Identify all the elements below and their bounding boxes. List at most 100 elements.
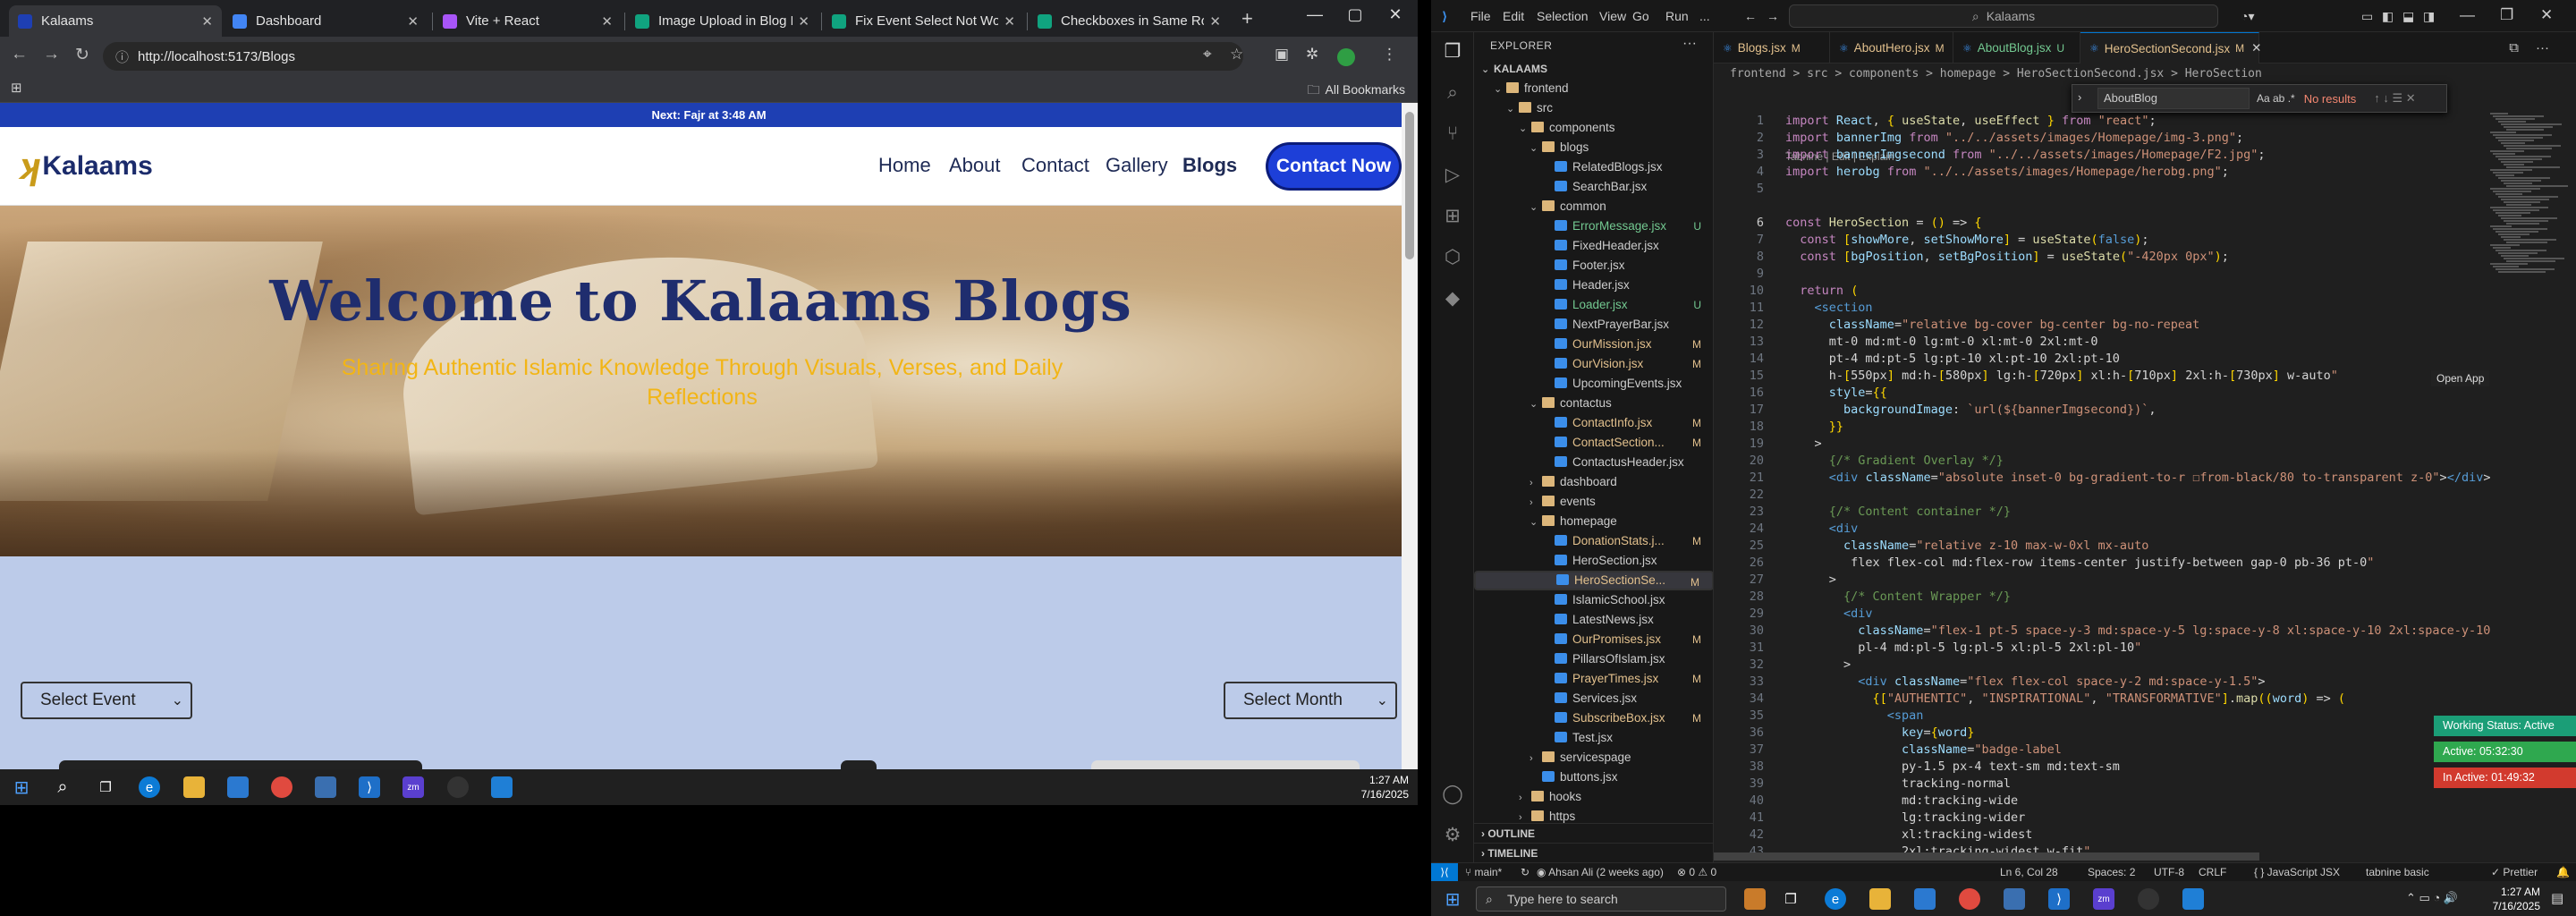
editor-tab[interactable]: ⚛ AboutBlog.jsx U [1953,32,2080,64]
search-icon[interactable]: ⌕ [1442,82,1463,104]
branch-indicator[interactable]: ⑂ main* [1465,863,1502,881]
tree-folder[interactable]: ⌄ src [1474,98,1713,118]
horizontal-scrollbar[interactable] [1714,850,2576,862]
tree-file[interactable]: SearchBar.jsx [1474,177,1713,197]
git-blame[interactable]: ◉ Ahsan Ali (2 weeks ago) [1537,863,1664,881]
close-tab-icon[interactable]: ✕ [407,13,419,30]
close-tab-icon[interactable]: ✕ [1209,13,1221,30]
tabnine-status[interactable]: tabnine basic [2366,863,2429,881]
back-nav-icon[interactable]: ← [1744,9,1757,23]
tree-file[interactable]: Header.jsx [1474,276,1713,295]
tree-file[interactable]: DonationStats.j... M [1474,531,1713,551]
vscode-insiders-icon[interactable] [315,776,336,798]
task-view-icon[interactable]: ❐ [1780,888,1801,910]
tree-file[interactable]: HeroSectionSe... M [1474,571,1713,590]
forward-nav-icon[interactable]: → [1767,9,1779,23]
code-line[interactable]: 3 import bannerImgsecond from "../../asse… [1714,147,2576,164]
tree-file[interactable]: ContactSection... M [1474,433,1713,453]
nav-blogs[interactable]: Blogs [1182,154,1237,177]
code-line[interactable]: 21 <div className="absolute inset-0 bg-g… [1714,470,2576,487]
apps-grid-icon[interactable]: ⊞ [11,80,22,96]
menu-view[interactable]: View [1599,9,1626,23]
tree-folder[interactable]: ⌄ common [1474,197,1713,216]
maximize-button[interactable]: ▢ [1337,5,1373,24]
breadcrumb[interactable]: frontend > src > components > homepage >… [1730,64,2262,84]
extensions-icon[interactable]: ⊞ [1442,206,1463,227]
find-prev-next-icons[interactable]: ↑ ↓ ☰ ✕ [2374,91,2415,106]
reload-button[interactable]: ↻ [75,45,89,65]
explorer-icon[interactable]: ❐ [1442,41,1463,63]
tree-file[interactable]: ContactInfo.jsx M [1474,413,1713,433]
select-event-dropdown[interactable]: Select Event ⌄ [21,682,192,719]
tree-folder[interactable]: ⌄ components [1474,118,1713,138]
browser-tab[interactable]: Checkboxes in Same Row ✕ [1029,5,1230,37]
tree-file[interactable]: OurVision.jsx M [1474,354,1713,374]
code-line[interactable]: 22 [1714,487,2576,504]
menu-edit[interactable]: Edit [1503,9,1524,23]
tray-icons[interactable]: ⌃ ▭ ◔ 🔊 [2406,891,2458,905]
extension-icon[interactable]: ▣ [1275,46,1289,64]
profile-avatar[interactable] [1337,48,1355,66]
app-icon[interactable] [491,776,513,798]
code-line[interactable]: 9 [1714,266,2576,283]
code-line[interactable]: 2 import bannerImg from "../../assets/ima… [1714,130,2576,147]
tree-folder[interactable]: › servicespage [1474,748,1713,768]
sidebar-toggle-icon[interactable]: ◧ [2382,9,2394,24]
code-line[interactable]: 29 <div [1714,606,2576,623]
blog-card[interactable] [841,760,877,769]
tree-file[interactable]: ContactusHeader.jsx [1474,453,1713,472]
source-control-icon[interactable]: ⑂ [1442,123,1463,145]
editor-tab[interactable]: ⚛ Blogs.jsx M [1714,32,1830,64]
file-explorer-icon[interactable] [183,776,205,798]
language-mode[interactable]: { } JavaScript JSX [2254,863,2340,881]
address-bar[interactable]: ⓘ http://localhost:5173/Blogs [103,42,1243,71]
nav-contact[interactable]: Contact [1021,154,1089,177]
page-scrollbar[interactable] [1402,103,1418,769]
notification-center-icon[interactable]: ▤ [2551,890,2563,906]
site-logo[interactable]: ʞ Kalaams [20,145,153,188]
code-line[interactable]: 10 return ( [1714,283,2576,300]
browser-tab[interactable]: Fix Event Select Not Working ✕ [823,5,1024,37]
app-icon[interactable] [2182,888,2204,910]
tree-file[interactable]: RelatedBlogs.jsx [1474,157,1713,177]
chrome-icon[interactable] [1959,888,1980,910]
bookmark-star-icon[interactable]: ☆ [1230,46,1243,64]
code-line[interactable]: 14 pt-4 md:pt-5 lg:pt-10 xl:pt-10 2xl:pt… [1714,351,2576,368]
tabnine-icon[interactable]: ◆ [1442,288,1463,310]
tree-file[interactable]: Test.jsx [1474,728,1713,748]
code-line[interactable]: 31 pl-4 md:pl-5 lg:pl-5 xl:pl-5 2xl:pl-1… [1714,640,2576,657]
task-view-icon[interactable]: ❐ [95,776,116,798]
find-input[interactable]: AboutBlog [2097,88,2250,109]
tree-file[interactable]: OurPromises.jsx M [1474,630,1713,649]
tree-file[interactable]: LatestNews.jsx [1474,610,1713,630]
close-tab-icon[interactable]: ✕ [201,13,213,30]
code-line[interactable]: 16 style={{ [1714,385,2576,402]
menu-file[interactable]: File [1470,9,1491,23]
copilot-icon[interactable]: ◔▾ [2241,9,2254,24]
close-tab-icon[interactable]: ✕ [601,13,613,30]
outline-section[interactable]: › OUTLINE [1474,823,1713,843]
all-bookmarks[interactable]: 🗀 All Bookmarks [1308,81,1405,102]
command-center[interactable]: ⌕ Kalaams [1789,4,2218,28]
menu-go[interactable]: Go [1632,9,1649,23]
select-month-dropdown[interactable]: Select Month ⌄ [1224,682,1397,719]
code-line[interactable]: 20 {/* Gradient Overlay */} [1714,453,2576,470]
vscode-icon[interactable]: ⟩ [359,776,380,798]
tree-file[interactable]: ErrorMessage.jsx U [1474,216,1713,236]
edge-icon[interactable]: e [1825,888,1846,910]
code-line[interactable]: 19 > [1714,436,2576,453]
forward-button[interactable]: → [43,45,60,64]
encoding[interactable]: UTF-8 [2154,863,2184,881]
site-info-icon[interactable]: ⓘ [115,47,129,66]
extensions-puzzle-icon[interactable]: ✲ [1306,46,1318,64]
timeline-section[interactable]: › TIMELINE [1474,843,1713,862]
taskbar-search-input[interactable]: ⌕ Type here to search [1476,886,1726,912]
tree-folder[interactable]: ⌄ KALAAMS [1474,59,1713,79]
app-icon[interactable] [2138,888,2159,910]
code-line[interactable]: 13 mt-0 md:mt-0 lg:mt-0 xl:mt-0 2xl:mt-0 [1714,334,2576,351]
nav-home[interactable]: Home [878,154,931,177]
layout-toggle-icon[interactable]: ▭ [2361,9,2373,24]
tree-file[interactable]: PillarsOfIslam.jsx [1474,649,1713,669]
cursor-position[interactable]: Ln 6, Col 28 [2000,863,2058,881]
code-line[interactable]: 8 const [bgPosition, setBgPosition] = us… [1714,249,2576,266]
